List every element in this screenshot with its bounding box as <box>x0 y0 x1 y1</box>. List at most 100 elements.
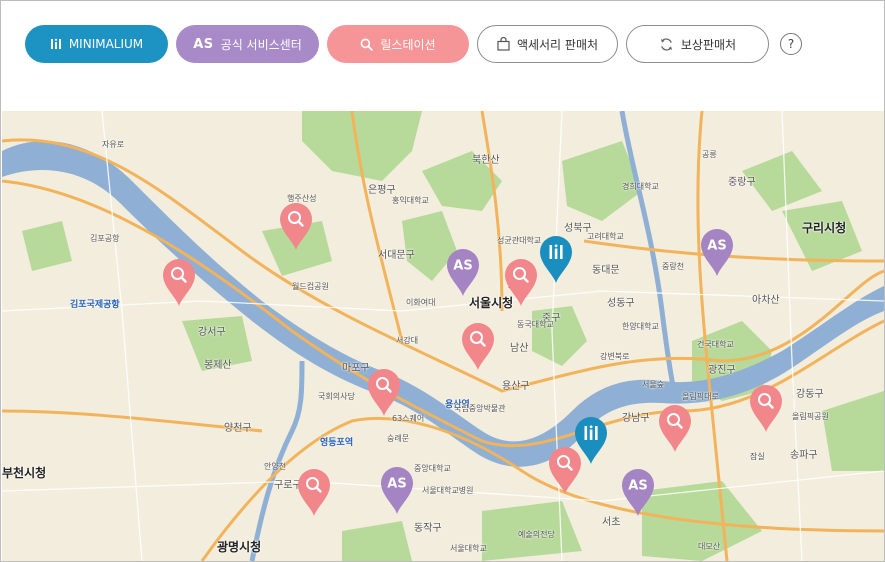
pin-real-station[interactable] <box>161 257 197 307</box>
map-label-yesul: 예술의전당 <box>518 530 555 539</box>
map-label-yongsan-gu: 용산구 <box>502 381 530 392</box>
map-label-seocho: 서초 <box>602 517 621 528</box>
map-label-hanyang-univ: 한양대학교 <box>622 322 659 331</box>
map-pin-marker: AS <box>447 249 479 296</box>
filter-service-center-button[interactable]: AS 공식 서비스센터 <box>176 25 319 63</box>
map-pin-marker <box>540 236 572 283</box>
map-label-daemosan: 대모산 <box>698 542 721 551</box>
map-label-gangseo: 강서구 <box>198 327 226 338</box>
map-pin-marker: AS <box>701 229 733 276</box>
pin-real-station[interactable] <box>657 403 693 453</box>
pin-service-center[interactable]: AS <box>699 227 735 277</box>
filter-compensation-button[interactable]: 보상판매처 <box>626 25 769 63</box>
map-pin-marker <box>163 259 195 306</box>
map-pin-marker <box>462 323 494 370</box>
map-label-hongik: 홍익대학교 <box>392 196 429 205</box>
shopping-bag-icon <box>497 37 510 51</box>
map-label-chungang: 중앙대학교 <box>414 464 451 473</box>
map-pin-marker <box>549 447 581 494</box>
map-label-seoul-forest: 서울숲 <box>642 380 665 389</box>
map-label-olympic-park: 올림픽공원 <box>792 412 829 421</box>
filter-accessory-label: 액세서리 판매처 <box>516 37 599 52</box>
map-label-songpa: 송파구 <box>790 450 818 461</box>
map-label-bucheon-city-hall: 부천시청 <box>2 466 47 480</box>
map-label-gimpo-airport-station: 김포공항 <box>90 234 120 243</box>
as-icon: AS <box>387 477 406 492</box>
search-icon <box>360 38 374 51</box>
map-label-kyunghee-univ: 경희대학교 <box>622 182 659 191</box>
map-label-gimpo-airport: 김포국제공항 <box>70 300 120 310</box>
filter-service-center-label: 공식 서비스센터 <box>220 37 302 52</box>
map-label-yeongdeungpo-station: 영등포역 <box>320 438 354 448</box>
pin-service-center[interactable]: AS <box>620 467 656 517</box>
map-label-konkuk-univ: 건국대학교 <box>697 340 734 349</box>
map-label-national-museum: 국립중앙박물관 <box>454 404 506 413</box>
map-label-guri-city-hall: 구리시청 <box>802 221 847 235</box>
map-label-yeouido: 국회의사당 <box>318 392 355 401</box>
map-label-eunpyeong: 은평구 <box>368 185 396 196</box>
map-label-asan-mt: 아차산 <box>752 295 780 306</box>
filter-minimalium-button[interactable]: MINIMALIUM <box>25 25 168 63</box>
pin-real-station[interactable] <box>460 321 496 371</box>
as-icon: AS <box>193 36 214 52</box>
map-label-ewha: 이화여대 <box>406 298 436 307</box>
map-label-namsan: 남산 <box>510 343 529 354</box>
pin-service-center[interactable]: AS <box>445 247 481 297</box>
map-label-seongdong: 성동구 <box>607 298 635 309</box>
map-pin-marker <box>298 469 330 516</box>
map-label-korea-univ: 고려대학교 <box>587 232 624 241</box>
map-label-sungkyunkwan: 성균관대학교 <box>497 236 542 245</box>
pin-real-station[interactable] <box>503 257 539 307</box>
map-label-dongjak: 동작구 <box>414 523 442 534</box>
pin-real-station[interactable] <box>366 367 402 417</box>
pin-real-station[interactable] <box>278 201 314 251</box>
map-label-gwangmyeong-city-hall: 광명시청 <box>217 540 262 554</box>
map-label-gangbyeon: 강변북로 <box>600 352 630 361</box>
as-icon: AS <box>453 259 472 274</box>
map-label-bongjesan: 봉제산 <box>204 360 232 371</box>
map-pin-marker <box>368 369 400 416</box>
as-icon: AS <box>628 479 647 494</box>
minimalium-logo-icon <box>50 38 62 50</box>
map-label-olympic-ro: 올림픽대로 <box>682 392 719 401</box>
pin-minimalium[interactable] <box>538 234 574 284</box>
help-button[interactable]: ? <box>780 33 802 55</box>
map-label-gongneung: 공릉 <box>702 150 717 159</box>
map-label-sogang: 서강대 <box>396 336 419 345</box>
map-pin-marker: AS <box>622 469 654 516</box>
map-label-gangdong: 강동구 <box>796 389 824 400</box>
filter-compensation-label: 보상판매처 <box>680 37 737 52</box>
minimalium-logo-icon <box>549 244 563 259</box>
refresh-icon <box>659 37 674 52</box>
map-label-seoul-station-area: 숭례문 <box>387 434 410 443</box>
map-pin-marker <box>505 259 537 306</box>
pin-real-station[interactable] <box>296 467 332 517</box>
map-label-jungnang: 중랑구 <box>728 177 756 188</box>
map-label-yangcheon: 양천구 <box>224 423 252 434</box>
filter-real-station-button[interactable]: 릴스테이션 <box>327 25 469 63</box>
map-area[interactable]: 서울시청 구리시청 부천시청 광명시청 김포국제공항 김포공항 용산역 영등포역… <box>2 111 884 561</box>
filter-bar: MINIMALIUM AS 공식 서비스센터 릴스테이션 액세서리 판매처 보상… <box>25 25 802 63</box>
pin-real-station[interactable] <box>547 445 583 495</box>
store-locator: MINIMALIUM AS 공식 서비스센터 릴스테이션 액세서리 판매처 보상… <box>0 0 885 562</box>
map-pin-marker <box>659 405 691 452</box>
map-label-jayuro: 자유로 <box>102 140 125 149</box>
map-pin-marker <box>280 203 312 250</box>
map-label-bukhansan: 북한산 <box>472 155 500 166</box>
pin-service-center[interactable]: AS <box>379 465 415 515</box>
map-pin-marker <box>750 385 782 432</box>
map-label-jamsil: 잠실 <box>750 452 765 461</box>
map-label-seoul-natl-univ: 서울대학교 <box>450 544 487 553</box>
map-label-dongdaemun: 동대문 <box>592 265 620 276</box>
minimalium-logo-icon <box>584 425 598 440</box>
as-icon: AS <box>707 239 726 254</box>
pin-real-station[interactable] <box>748 383 784 433</box>
map-label-dongguk: 동국대학교 <box>517 320 554 329</box>
map-label-worldcup-park: 월드컵공원 <box>292 282 329 291</box>
map-label-gwangjin: 광진구 <box>708 365 736 376</box>
map-label-anyang-river: 안양천 <box>264 462 287 471</box>
map-pin-marker: AS <box>381 467 413 514</box>
map-label-seodaemun: 서대문구 <box>378 250 415 261</box>
filter-minimalium-label: MINIMALIUM <box>68 37 144 51</box>
filter-accessory-button[interactable]: 액세서리 판매처 <box>477 25 618 63</box>
